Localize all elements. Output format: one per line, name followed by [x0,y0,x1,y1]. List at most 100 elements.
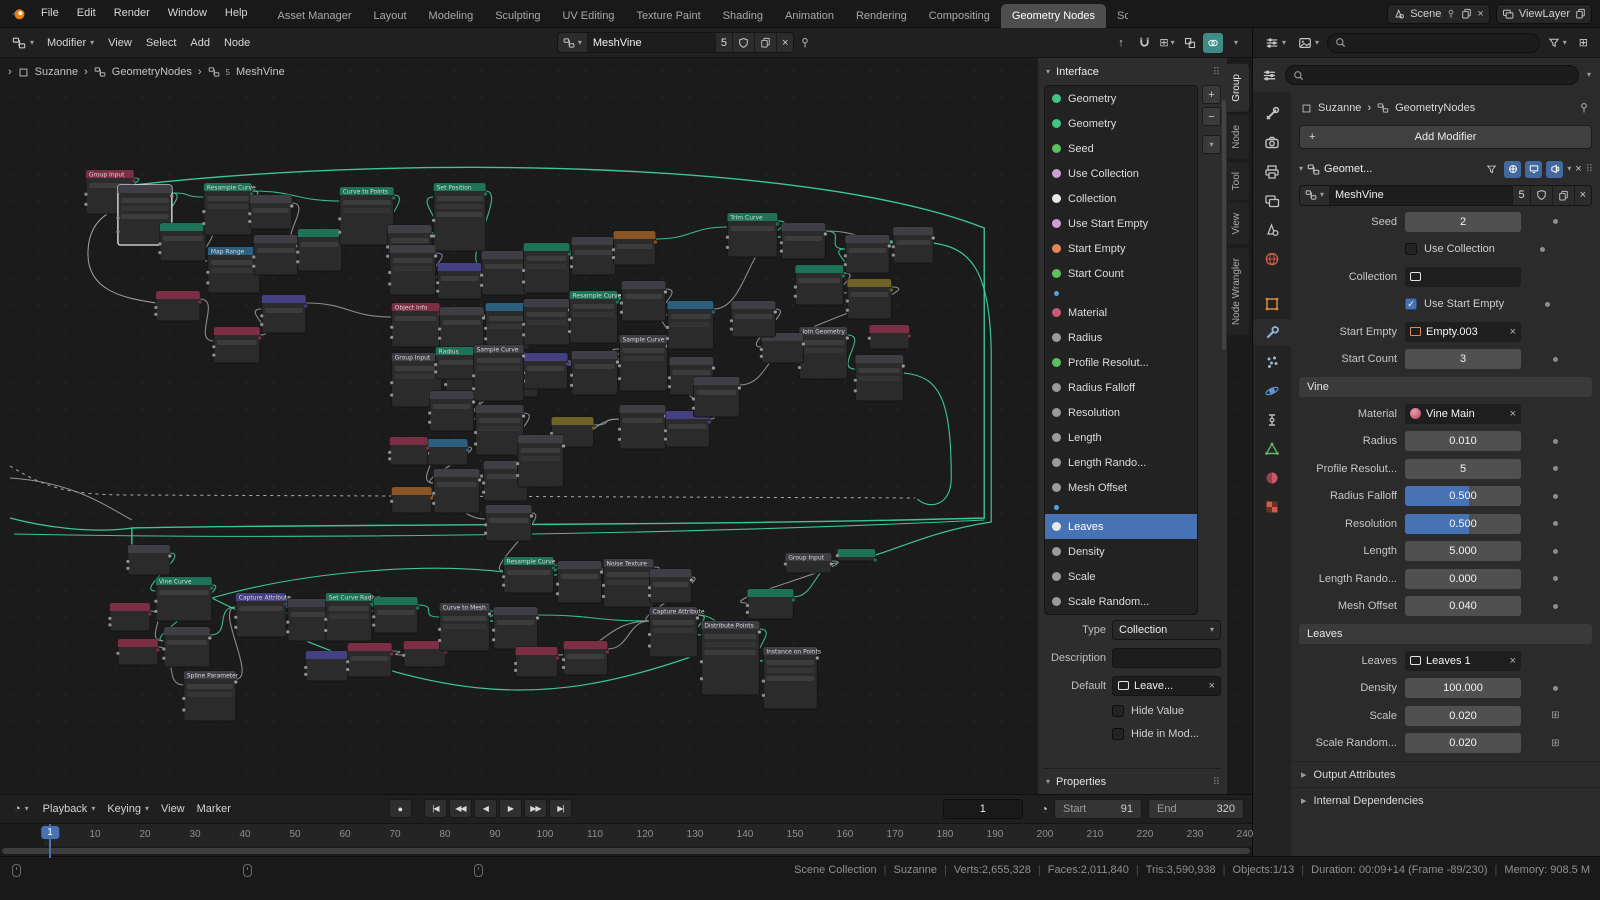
value-field[interactable]: 5.000 [1405,541,1521,561]
properties-tab-object-data[interactable] [1253,435,1291,462]
socket-specials-menu[interactable]: ▾ [1202,135,1221,154]
interface-item-scale[interactable]: Scale [1045,564,1197,589]
id-field[interactable]: Empty.003× [1405,322,1521,342]
timeline-scrollbar[interactable] [0,846,1252,856]
interface-separator[interactable] [1045,500,1197,514]
breadcrumb-object[interactable]: Suzanne [35,66,78,78]
animate-dot[interactable] [1553,219,1558,224]
breadcrumb-node-group[interactable]: MeshVine [236,66,285,78]
timeline-menu-view[interactable]: View [155,800,191,818]
image-editor-icon[interactable]: ▾ [1294,34,1323,52]
workspace-tab-asset-manager[interactable]: Asset Manager [267,4,363,28]
breadcrumb-object[interactable]: Suzanne [1318,102,1361,114]
workspace-tab-texture-paint[interactable]: Texture Paint [625,4,711,28]
value-field[interactable]: 0.040 [1405,596,1521,616]
properties-tab-world[interactable] [1253,245,1291,272]
sidebar-tab-node[interactable]: Node [1227,115,1249,159]
pin-icon[interactable] [799,37,811,49]
value-field[interactable]: 100.000 [1405,678,1521,698]
add-modifier-button[interactable]: + Add Modifier [1299,125,1592,149]
interface-item-use-start-empty[interactable]: Use Start Empty [1045,211,1197,236]
panel-output-attributes[interactable]: ▸Output Attributes [1291,761,1600,787]
workspace-tab-uv-editing[interactable]: UV Editing [551,4,625,28]
drag-handle-icon[interactable]: ⠿ [1586,164,1592,175]
scrollbar-handle[interactable] [2,848,1250,854]
timeline-ruler[interactable]: 1 11020304050607080901001101201301401501… [0,823,1252,847]
interface-item-scale-random[interactable]: Scale Random... [1045,589,1197,614]
animate-dot[interactable] [1553,439,1558,444]
pin-icon[interactable] [1446,9,1456,19]
breadcrumb-modifier[interactable]: GeometryNodes [112,66,192,78]
overlays-dropdown[interactable]: ▾ [1226,33,1246,53]
properties-tab-modifiers[interactable] [1253,319,1291,346]
properties-tab-texture[interactable] [1253,493,1291,520]
sidebar-tab-node-wrangler[interactable]: Node Wrangler [1227,248,1249,335]
interface-item-start-empty[interactable]: Start Empty [1045,236,1197,261]
animate-dot[interactable] [1553,521,1558,526]
interface-item-radius-falloff[interactable]: Radius Falloff [1045,375,1197,400]
unlink-icon[interactable]: × [777,32,793,53]
workspace-tab-animation[interactable]: Animation [774,4,845,28]
checkbox[interactable] [1405,243,1417,255]
add-socket-button[interactable]: + [1202,85,1221,104]
panel-collapse-icon[interactable]: ▾ [1299,165,1303,173]
menubar-item-window[interactable]: Window [159,0,216,27]
value-field[interactable]: 5 [1405,459,1521,479]
menubar-item-help[interactable]: Help [216,0,257,27]
fake-user-shield-icon[interactable] [1531,185,1553,206]
workspace-tab-scripting[interactable]: Scripting [1106,4,1128,28]
new-copy-icon[interactable] [1575,8,1586,19]
modifier-extras-dropdown[interactable]: ▾ [1567,165,1571,173]
driver-icon[interactable]: ⊞ [1551,738,1559,749]
interface-item-density[interactable]: Density [1045,539,1197,564]
browse-node-group-button[interactable]: ▾ [1300,185,1330,206]
workspace-tab-layout[interactable]: Layout [363,4,418,28]
next-keyframe-button[interactable]: ▶▶ [524,799,547,818]
snap-target-dropdown[interactable]: ⊞▾ [1157,33,1177,53]
vertex-group-filter-icon[interactable] [1483,161,1500,178]
interface-item-seed[interactable]: Seed [1045,136,1197,161]
slider-field[interactable]: 0.500 [1405,486,1521,506]
workspace-tab-modeling[interactable]: Modeling [418,4,485,28]
workspace-tab-rendering[interactable]: Rendering [845,4,918,28]
menubar-item-edit[interactable]: Edit [68,0,105,27]
hide-in-modifier-checkbox[interactable] [1112,728,1124,740]
timeline-editor-type-button[interactable]: ◔ ▾ [8,800,35,818]
properties-tab-scene[interactable] [1253,216,1291,243]
scrollbar[interactable] [1222,100,1226,350]
slider-field[interactable]: 0.500 [1405,514,1521,534]
id-field[interactable] [1405,267,1521,287]
interface-item-material[interactable]: Material [1045,300,1197,325]
interface-item-geometry[interactable]: Geometry [1045,86,1197,111]
current-frame-field[interactable]: 1 [943,799,1023,819]
pin-icon[interactable] [1578,102,1590,114]
play-reverse-button[interactable]: ◀ [474,799,497,818]
checkbox[interactable]: ✓ [1405,298,1417,310]
new-copy-icon[interactable] [1461,8,1472,19]
properties-tab-view-layer[interactable] [1253,187,1291,214]
previous-keyframe-button[interactable]: ◀◀ [449,799,472,818]
workspace-tab-shading[interactable]: Shading [712,4,774,28]
frame-start-field[interactable]: Start 91 [1054,799,1142,819]
properties-tab-render[interactable] [1253,129,1291,156]
modifier-name[interactable]: Geomet... [1324,163,1479,175]
node-graph-canvas[interactable]: Group InputResample CurveMap RangeCurve … [0,58,1252,794]
menubar-item-file[interactable]: File [32,0,68,27]
properties-tab-physics[interactable] [1253,377,1291,404]
properties-tab-constraints[interactable] [1253,406,1291,433]
use-preview-range-icon[interactable]: ◔ [1041,802,1048,816]
interface-item-geometry[interactable]: Geometry [1045,111,1197,136]
interface-panel-header[interactable]: ▾ Interface ⠿ [1044,64,1221,85]
panel-internal-dependencies[interactable]: ▸Internal Dependencies [1291,787,1600,813]
snap-magnet-icon[interactable] [1134,33,1154,53]
remove-socket-button[interactable]: − [1202,107,1221,126]
node-menu-add[interactable]: Add [183,37,217,49]
go-to-parent-icon[interactable]: ↑ [1111,33,1131,53]
animate-dot[interactable] [1553,357,1558,362]
animate-dot[interactable] [1553,576,1558,581]
value-field[interactable]: 2 [1405,212,1521,232]
animate-dot[interactable] [1553,466,1558,471]
type-dropdown[interactable]: Collection ▾ [1112,620,1221,640]
properties-tab-particles[interactable] [1253,348,1291,375]
unlink-icon[interactable]: × [1510,655,1516,667]
